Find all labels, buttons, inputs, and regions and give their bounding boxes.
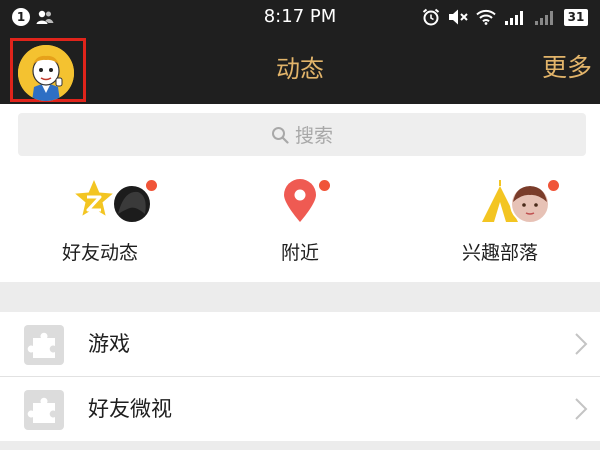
battery-icon: 31 [564, 8, 588, 26]
puzzle-icon [27, 332, 55, 358]
friends-microvideo-label: 好友微视 [88, 397, 172, 421]
signal-icon [505, 11, 523, 25]
wifi-icon [476, 9, 496, 25]
search-section: 搜索 [0, 104, 600, 164]
puzzle-icon [27, 397, 55, 423]
page-title: 动态 [276, 55, 324, 83]
tribe-tent-icon [482, 180, 550, 224]
search-icon [271, 126, 289, 144]
search-placeholder: 搜索 [294, 125, 333, 147]
search-input[interactable]: 搜索 [18, 113, 586, 156]
games-label: 游戏 [88, 332, 130, 356]
chevron-right-icon [575, 333, 588, 355]
alarm-icon [422, 8, 440, 26]
nearby-entry[interactable]: 附近 [200, 164, 400, 282]
interest-tribe-entry[interactable]: 兴趣部落 [400, 164, 600, 282]
list-item-friends-microvideo[interactable]: 好友微视 [0, 377, 600, 441]
new-badge-dot [548, 180, 559, 191]
friends-feed-entry[interactable]: 好友动态 [0, 164, 200, 282]
nearby-label: 附近 [280, 242, 319, 264]
chevron-right-icon [575, 398, 588, 420]
puzzle-icon-tile [24, 390, 64, 430]
status-bar: 1 8:17 PM 31 [0, 0, 600, 34]
feature-row: 好友动态 附近 兴趣部落 [0, 164, 600, 282]
new-badge-dot [319, 180, 330, 191]
nav-bar: 动态 更多 [0, 34, 600, 104]
signal-icon-secondary [535, 11, 553, 25]
friends-feed-label: 好友动态 [61, 242, 138, 264]
location-pin-icon [284, 179, 316, 222]
more-button[interactable]: 更多 [542, 52, 592, 84]
new-badge-dot [146, 180, 157, 191]
list-item-games[interactable]: 游戏 [0, 312, 600, 376]
friends-feed-icon [75, 180, 152, 224]
mute-icon [449, 9, 468, 25]
interest-tribe-label: 兴趣部落 [461, 242, 538, 264]
status-right-icons: 31 [422, 7, 588, 27]
puzzle-icon-tile [24, 325, 64, 365]
